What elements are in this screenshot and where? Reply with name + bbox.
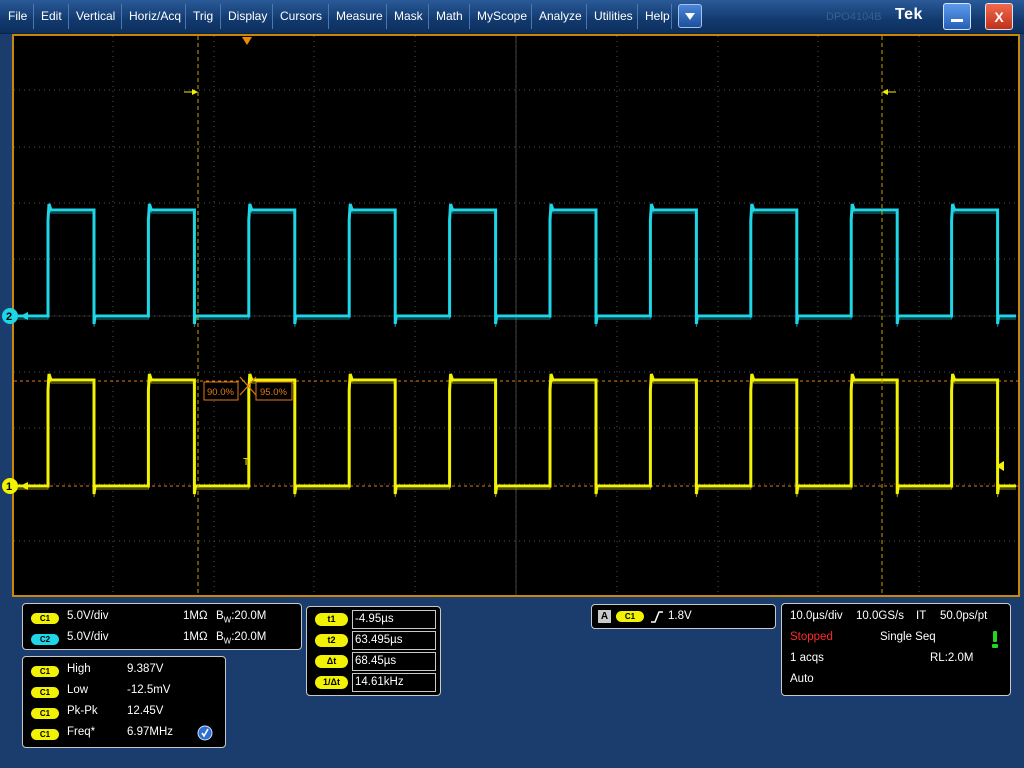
- ch2-pill[interactable]: C2: [31, 634, 59, 645]
- menu-analyze[interactable]: Analyze: [539, 9, 582, 23]
- trigger-source-pill[interactable]: C1: [616, 611, 644, 622]
- ch1-marker-label: 1: [6, 481, 12, 493]
- acquisition-count: 1 acqs: [790, 652, 824, 664]
- meas-pkpk-value: 12.45V: [127, 705, 164, 717]
- trigger-level: 1.8V: [668, 610, 692, 622]
- meas-freq-value: 6.97MHz: [127, 726, 174, 738]
- menu-dropdown-button[interactable]: [678, 4, 702, 28]
- menu-edit[interactable]: Edit: [41, 9, 62, 23]
- chevron-down-icon: [685, 13, 695, 20]
- channel-settings-panel[interactable]: C1 5.0V/div 1MΩ BW:20.0M C2 5.0V/div 1MΩ…: [22, 603, 302, 650]
- menu-separator: [671, 4, 672, 29]
- acq-mode: IT: [916, 610, 927, 622]
- menu-utilities[interactable]: Utilities: [594, 9, 633, 23]
- acquisition-panel[interactable]: 10.0µs/div 10.0GS/s IT 50.0ps/pt Stopped…: [781, 603, 1011, 696]
- sample-rate: 10.0GS/s: [856, 610, 904, 622]
- ch1-marker[interactable]: 1: [0, 475, 30, 497]
- info-icon[interactable]: [197, 725, 213, 741]
- cursor-readout-panel[interactable]: t1 -4.95µs t2 63.495µs Δt 68.45µs 1/Δt 1…: [306, 606, 441, 696]
- meas-high-name: High: [67, 663, 91, 675]
- menu-separator: [272, 4, 273, 29]
- ch1-scale: 5.0V/div: [67, 610, 109, 622]
- menu-vertical[interactable]: Vertical: [76, 9, 115, 23]
- menu-separator: [386, 4, 387, 29]
- bw-prefix: B: [216, 631, 224, 643]
- menu-separator: [531, 4, 532, 29]
- meas-high-pill[interactable]: C1: [31, 666, 59, 677]
- menu-myscope[interactable]: MyScope: [477, 9, 527, 23]
- meas-freq-name: Freq*: [67, 726, 96, 738]
- trigger-mode-badge: A: [598, 610, 611, 623]
- ref-label-right: 95.0%: [260, 387, 287, 398]
- cursor-t1-value: -4.95µs: [352, 610, 436, 629]
- run-status: Stopped: [790, 631, 833, 643]
- ch1-impedance: 1MΩ: [183, 610, 208, 622]
- model-watermark: DPO4104B: [826, 11, 882, 23]
- minimize-button[interactable]: [943, 3, 971, 30]
- menu-file[interactable]: File: [8, 9, 27, 23]
- menu-trig[interactable]: Trig: [193, 9, 213, 23]
- close-button[interactable]: X: [985, 3, 1013, 30]
- brand-logo: Tek: [895, 6, 923, 23]
- waveform-display[interactable]: T 90.0% 95.0%: [12, 34, 1020, 597]
- measurements-panel[interactable]: C1 High 9.387V C1 Low -12.5mV C1 Pk-Pk 1…: [22, 656, 226, 748]
- meas-pkpk-name: Pk-Pk: [67, 705, 98, 717]
- menu-separator: [68, 4, 69, 29]
- menu-cursors[interactable]: Cursors: [280, 9, 322, 23]
- cursor-t2-label: t2: [315, 634, 348, 647]
- ch2-marker[interactable]: 2: [0, 305, 30, 327]
- trigger-mode: Auto: [790, 673, 814, 685]
- resolution: 50.0ps/pt: [940, 610, 988, 622]
- menu-horizacq[interactable]: Horiz/Acq: [129, 9, 181, 23]
- minimize-icon: [951, 18, 963, 22]
- cursor-freq-label: 1/Δt: [315, 676, 348, 689]
- menu-separator: [586, 4, 587, 29]
- meas-pkpk-pill[interactable]: C1: [31, 708, 59, 719]
- menu-separator: [121, 4, 122, 29]
- meas-freq-pill[interactable]: C1: [31, 729, 59, 740]
- cursor-delta-value: 68.45µs: [352, 652, 436, 671]
- menu-bar: File Edit Vertical Horiz/Acq Trig Display Curs…: [0, 0, 1024, 34]
- menu-math[interactable]: Math: [436, 9, 463, 23]
- menu-separator: [469, 4, 470, 29]
- menu-separator: [33, 4, 34, 29]
- ch1-pill[interactable]: C1: [31, 613, 59, 624]
- menu-display[interactable]: Display: [228, 9, 267, 23]
- ch2-bandwidth: BW:20.0M: [216, 631, 266, 645]
- meas-low-name: Low: [67, 684, 89, 696]
- meas-low-value: -12.5mV: [127, 684, 171, 696]
- record-length: RL:2.0M: [930, 652, 974, 664]
- cursor-t1-label: t1: [315, 613, 348, 626]
- bw-value: :20.0M: [231, 631, 267, 643]
- menu-separator: [428, 4, 429, 29]
- cursor-t2-value: 63.495µs: [352, 631, 436, 650]
- menu-separator: [637, 4, 638, 29]
- ch2-marker-label: 2: [6, 311, 12, 323]
- menu-separator: [220, 4, 221, 29]
- ch2-scale: 5.0V/div: [67, 631, 109, 643]
- trigger-panel[interactable]: A C1 1.8V: [591, 604, 776, 629]
- trigger-point-marker: T: [243, 457, 249, 468]
- bw-prefix: B: [216, 610, 224, 622]
- rising-edge-icon: [651, 611, 663, 623]
- sequence-mode: Single Seq: [880, 631, 936, 643]
- menu-measure[interactable]: Measure: [336, 9, 383, 23]
- run-indicator-icon: [992, 631, 998, 648]
- cursor-delta-label: Δt: [315, 655, 348, 668]
- ch1-bandwidth: BW:20.0M: [216, 610, 266, 624]
- cursor-freq-value: 14.61kHz: [352, 673, 436, 692]
- timebase: 10.0µs/div: [790, 610, 843, 622]
- ch2-impedance: 1MΩ: [183, 631, 208, 643]
- ref-label-left: 90.0%: [207, 387, 234, 398]
- menu-separator: [328, 4, 329, 29]
- bw-value: :20.0M: [231, 610, 267, 622]
- meas-high-value: 9.387V: [127, 663, 164, 675]
- menu-mask[interactable]: Mask: [394, 9, 423, 23]
- menu-separator: [185, 4, 186, 29]
- menu-help[interactable]: Help: [645, 9, 670, 23]
- meas-low-pill[interactable]: C1: [31, 687, 59, 698]
